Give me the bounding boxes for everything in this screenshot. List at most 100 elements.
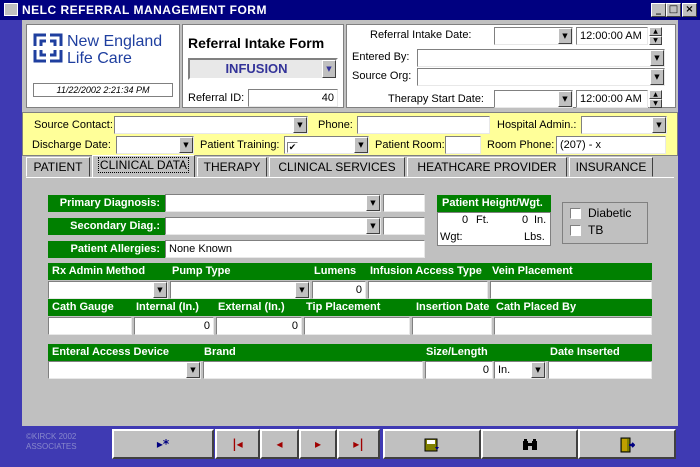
chevron-down-icon[interactable]: ▼: [295, 282, 309, 298]
tb-checkbox[interactable]: [570, 225, 581, 236]
hospital-admin-select[interactable]: ▼: [581, 116, 667, 134]
intake-time-field[interactable]: 12:00:00 AM: [576, 27, 648, 45]
chevron-down-icon[interactable]: ▼: [293, 117, 307, 133]
cath-placed-by-field[interactable]: [494, 317, 652, 335]
room-phone-field[interactable]: (207) - x: [556, 136, 666, 154]
next-record-button[interactable]: ▸: [299, 429, 337, 459]
source-org-select[interactable]: ▼: [417, 68, 665, 86]
external-length-field[interactable]: 0: [216, 317, 302, 335]
discharge-date-field[interactable]: ▼: [116, 136, 194, 154]
weight-unit: Lbs.: [524, 231, 545, 243]
find-button[interactable]: [481, 429, 578, 459]
entered-by-select[interactable]: ▼: [417, 49, 665, 67]
chevron-down-icon[interactable]: ▼: [153, 282, 167, 298]
chevron-down-icon[interactable]: ▼: [650, 69, 664, 85]
intake-box: Referral Intake Form INFUSION ▼ Referral…: [182, 24, 344, 108]
diabetic-label: Diabetic: [588, 206, 632, 220]
secondary-diagnosis-code[interactable]: [383, 217, 425, 235]
last-record-button[interactable]: ▸|: [337, 429, 380, 459]
chevron-down-icon[interactable]: ▼: [652, 117, 666, 133]
size-unit-select[interactable]: In. ▼: [494, 361, 546, 379]
vein-placement-field[interactable]: [490, 281, 652, 299]
chevron-down-icon[interactable]: ▼: [558, 91, 572, 107]
tab-clinical-services[interactable]: CLINICAL SERVICES: [269, 157, 405, 177]
primary-diagnosis-select[interactable]: ▼: [165, 194, 381, 212]
save-button[interactable]: [383, 429, 481, 459]
height-inches-value[interactable]: 0: [522, 214, 528, 226]
cath-placed-by-label: Cath Placed By: [496, 301, 577, 313]
lumens-field[interactable]: 0: [312, 281, 366, 299]
maximize-button[interactable]: □: [666, 3, 681, 17]
tab-patient[interactable]: PATIENT: [26, 157, 90, 177]
intake-date-label: Referral Intake Date:: [370, 29, 472, 41]
patient-allergies-label: Patient Allergies:: [48, 241, 165, 258]
previous-record-button[interactable]: ◂: [260, 429, 299, 459]
tab-insurance[interactable]: INSURANCE: [569, 157, 653, 177]
tab-therapy[interactable]: THERAPY: [197, 157, 267, 177]
intake-date-field[interactable]: ▼: [494, 27, 573, 45]
enteral-device-label: Enteral Access Device: [52, 346, 169, 358]
exit-button[interactable]: [578, 429, 676, 459]
patient-training-checkbox[interactable]: ✔: [287, 142, 298, 153]
first-record-button[interactable]: |◂: [215, 429, 260, 459]
referral-type-value: INFUSION: [225, 61, 288, 76]
tab-healthcare-provider[interactable]: HEATHCARE PROVIDER: [407, 157, 567, 177]
minimize-button[interactable]: _: [651, 3, 666, 17]
exit-door-icon: [620, 437, 636, 452]
chevron-down-icon[interactable]: ▼: [186, 362, 200, 378]
brand-field[interactable]: [203, 361, 423, 379]
phone-field[interactable]: [357, 116, 490, 134]
therapy-start-date-field[interactable]: ▼: [494, 90, 573, 108]
close-button[interactable]: ×: [682, 3, 697, 17]
new-record-button[interactable]: ▸*: [112, 429, 214, 459]
enteral-device-select[interactable]: ▼: [48, 361, 201, 379]
chevron-down-icon[interactable]: ▼: [322, 60, 336, 78]
pump-type-select[interactable]: ▼: [170, 281, 310, 299]
patient-room-field[interactable]: [445, 136, 481, 154]
referral-type-select[interactable]: INFUSION ▼: [188, 58, 338, 80]
insertion-date-field[interactable]: [412, 317, 492, 335]
chevron-down-icon[interactable]: ▼: [650, 50, 664, 66]
lumens-label: Lumens: [314, 265, 357, 277]
source-contact-select[interactable]: ▼: [114, 116, 308, 134]
patient-training-label: Patient Training:: [200, 139, 280, 151]
brand-label: Brand: [204, 346, 236, 358]
internal-length-field[interactable]: 0: [134, 317, 214, 335]
app-icon: [4, 3, 18, 16]
weight-field[interactable]: [468, 229, 518, 243]
patient-training-select[interactable]: ✔ ▼: [284, 136, 369, 154]
intake-title: Referral Intake Form: [188, 35, 325, 51]
primary-diagnosis-label: Primary Diagnosis:: [48, 195, 165, 212]
height-feet-value[interactable]: 0: [462, 214, 468, 226]
diabetic-checkbox[interactable]: [570, 208, 581, 219]
chevron-down-icon[interactable]: ▼: [366, 218, 380, 234]
external-length-label: External (In.): [218, 301, 285, 313]
cath-gauge-field[interactable]: [48, 317, 132, 335]
discharge-date-label: Discharge Date:: [32, 139, 111, 151]
therapy-start-time-field[interactable]: 12:00:00 AM: [576, 90, 648, 108]
chevron-down-icon[interactable]: ▼: [179, 137, 193, 153]
timestamp: 11/22/2002 2:21:34 PM: [33, 83, 173, 97]
date-inserted-field[interactable]: [548, 361, 652, 379]
chevron-down-icon[interactable]: ▼: [558, 28, 572, 44]
referral-id-field[interactable]: 40: [248, 89, 338, 107]
size-length-field[interactable]: 0: [425, 361, 493, 379]
date-inserted-label: Date Inserted: [550, 346, 620, 358]
referral-id-label: Referral ID:: [188, 92, 245, 104]
chevron-down-icon[interactable]: ▼: [354, 137, 368, 153]
therapy-time-spinner[interactable]: ▲ ▼: [649, 90, 662, 108]
tip-placement-field[interactable]: [304, 317, 410, 335]
cath-gauge-label: Cath Gauge: [52, 301, 114, 313]
height-feet-unit: Ft.: [476, 214, 489, 226]
chevron-down-icon[interactable]: ▼: [531, 362, 545, 378]
primary-diagnosis-code[interactable]: [383, 194, 425, 212]
patient-allergies-field[interactable]: None Known: [165, 240, 425, 258]
intake-time-spinner[interactable]: ▲ ▼: [649, 27, 662, 45]
tab-clinical-data[interactable]: CLINICAL DATA: [92, 155, 195, 177]
chevron-down-icon[interactable]: ▼: [366, 195, 380, 211]
rx-admin-select[interactable]: ▼: [48, 281, 168, 299]
secondary-diagnosis-select[interactable]: ▼: [165, 217, 381, 235]
size-length-label: Size/Length: [426, 346, 488, 358]
company-name-line2: Life Care: [67, 50, 132, 67]
access-type-field[interactable]: [368, 281, 488, 299]
